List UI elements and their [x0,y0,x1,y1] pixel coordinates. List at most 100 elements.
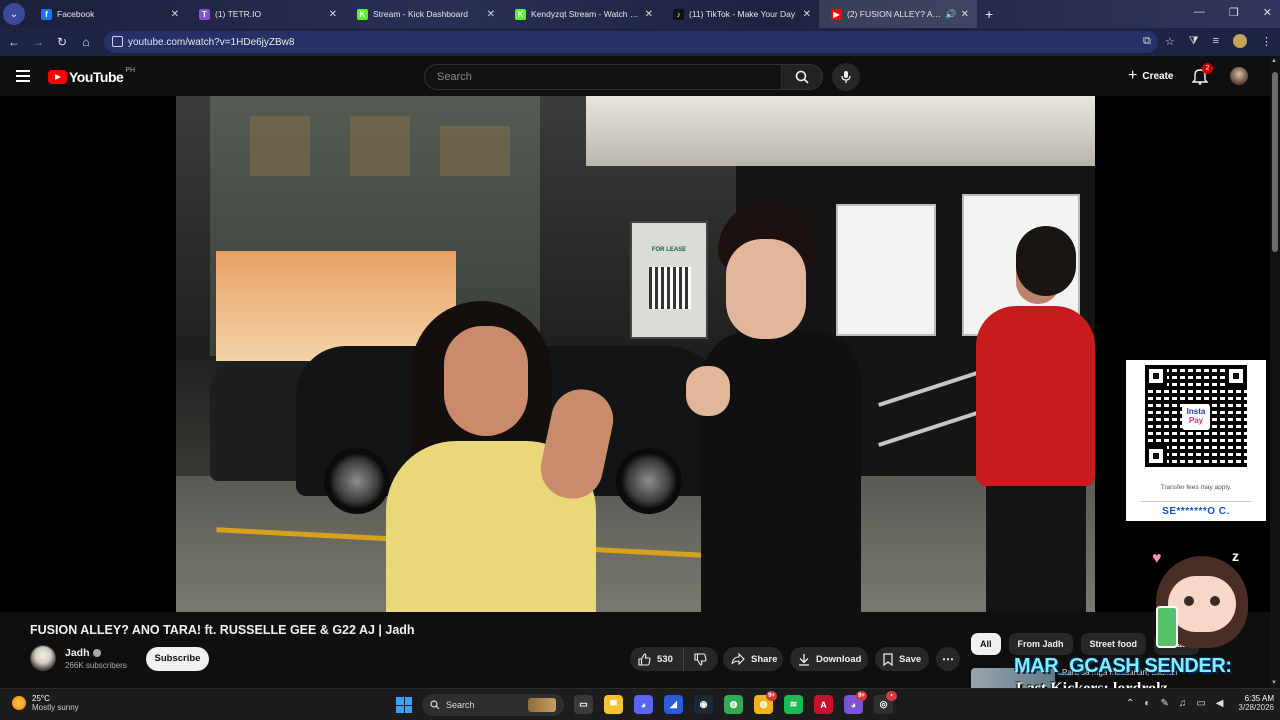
close-tab-icon[interactable]: ✕ [803,9,811,20]
sleep-z-icon: z [1232,548,1239,564]
adobe-acrobat-icon[interactable]: A [814,695,833,714]
taskbar-apps: ▭ ▀ ◕ ◢ ◉ ◍ ◍ 9+ ≋ A ◕ 9+ ◎ • [574,691,897,714]
download-icon [799,653,809,666]
search-button[interactable] [781,64,823,90]
chrome-icon[interactable]: ◍ [724,695,743,714]
browser-tab[interactable]: ▶ (2) FUSION ALLEY? ANO TA🔊 ✕ [819,0,977,28]
edge-dev-icon[interactable]: ◢ [664,695,683,714]
browser-tab[interactable]: K Stream - Kick Dashboard ✕ [345,0,503,28]
tab-audio-icon[interactable]: 🔊 [945,9,956,20]
guide-menu-icon[interactable] [16,70,30,82]
app-glyph: ◢ [670,699,677,709]
notifications-button[interactable]: 2 [1191,63,1213,85]
scroll-down-icon[interactable]: ▼ [1271,680,1277,686]
maximize-icon[interactable]: ❐ [1229,6,1239,19]
heart-icon: ♥ [1152,550,1162,567]
file-explorer-icon[interactable]: ▀ [604,695,623,714]
back-icon[interactable]: ← [2,35,26,49]
temperature: 25°C [32,694,50,703]
close-tab-icon[interactable]: ✕ [961,9,969,20]
bookmark-star-icon[interactable]: ☆ [1165,35,1175,48]
scrollbar-thumb[interactable] [1272,72,1278,252]
profile-avatar[interactable] [1233,34,1247,48]
page-scrollbar[interactable]: ▲ ▼ [1270,56,1280,688]
search-icon [430,700,440,710]
tray-overflow-icon[interactable]: ⌃ [1126,698,1134,709]
youtube-logo[interactable]: YouTube PH [48,67,135,85]
tab-title: (1) TETR.IO [215,9,262,19]
app-glyph: A [820,699,827,710]
tetrio-icon: T [199,8,210,20]
video-player[interactable]: FOR LEASE Insta Pay Transfer fees may ap… [0,96,1270,612]
filter-chip[interactable]: Street food [1080,633,1147,655]
create-button[interactable]: + Create [1118,64,1183,88]
video-frame[interactable]: FOR LEASE [176,96,1095,612]
close-tab-icon[interactable]: ✕ [645,9,653,20]
search-icon [795,70,809,84]
app-badge: 9+ [766,691,777,701]
subscribe-button[interactable]: Subscribe [146,647,209,671]
discord-ptb-icon[interactable]: ◕ 9+ [844,691,867,714]
app-glyph: ◍ [759,699,768,709]
task-view-icon[interactable]: ▭ [574,695,593,714]
dislike-button[interactable] [684,652,718,666]
more-actions-button[interactable]: ⋯ [936,647,960,671]
tiktok-icon: ♪ [673,8,684,20]
save-button[interactable]: Save [875,647,929,671]
tray-app-icon[interactable]: ◐ [1144,698,1150,709]
filter-chip[interactable]: All [971,633,1001,655]
app-glyph: ≋ [789,699,798,709]
discord-icon[interactable]: ◕ [634,695,653,714]
thumbs-down-icon [694,652,707,666]
search-input[interactable]: Search [424,64,782,90]
windows-start-icon[interactable] [396,697,412,713]
filter-chip[interactable]: From Jadh [1008,633,1073,655]
like-button[interactable]: 530 [630,647,684,671]
browser-tab[interactable]: K Kendyzqt Stream - Watch Live ✕ [503,0,661,28]
new-tab-button[interactable]: + [985,6,993,22]
taskbar-clock[interactable]: 6:35 AM 3/28/2026 [1226,694,1274,712]
chrome-profile-icon[interactable]: ◍ 9+ [754,691,777,714]
create-label: Create [1142,70,1174,82]
microphone-tray-icon[interactable]: ♫ [1179,698,1187,709]
tab-search-button[interactable]: ⌄ [3,3,25,25]
spotify-icon[interactable]: ≋ [784,695,803,714]
close-tab-icon[interactable]: ✕ [171,9,179,20]
divider [1140,501,1252,502]
close-window-icon[interactable]: ✕ [1263,6,1272,19]
browser-tab[interactable]: T (1) TETR.IO ✕ [187,0,345,28]
close-tab-icon[interactable]: ✕ [329,9,337,20]
browser-tab[interactable]: ♪ (11) TikTok - Make Your Day ✕ [661,0,819,28]
site-info-icon[interactable] [112,36,123,47]
channel-avatar[interactable] [30,645,56,671]
reading-list-icon[interactable]: ≡ [1213,35,1219,47]
volume-icon[interactable]: ◀ [1216,698,1224,709]
channel-name-link[interactable]: Jadh [65,647,101,659]
browser-toolbar: ← → ↻ ⌂ youtube.com/watch?v=1HDe6jyZBw8 … [0,28,1280,56]
steam-icon[interactable]: ◉ [694,695,713,714]
reload-icon[interactable]: ↻ [50,35,74,49]
tray-pen-icon[interactable]: ✎ [1160,698,1168,709]
app-glyph: ◉ [699,699,708,709]
browser-menu-icon[interactable]: ⋮ [1261,35,1272,48]
weather-widget[interactable]: 25°C Mostly sunny [12,694,79,712]
display-icon[interactable]: ▭ [1196,698,1205,709]
account-avatar[interactable] [1230,67,1248,85]
taskbar-search[interactable]: Search [422,694,564,716]
windows-taskbar: 25°C Mostly sunny Search ▭ ▀ ◕ ◢ ◉ ◍ ◍ 9+ ≋ A ◕ 9+ ◎… [0,688,1280,720]
forward-icon[interactable]: → [26,35,50,49]
address-bar[interactable]: youtube.com/watch?v=1HDe6jyZBw8 [104,31,1158,53]
toolbar-actions: ⧉ ☆ ⧩ ≡ ⋮ [1143,34,1272,48]
minimize-icon[interactable]: — [1194,6,1205,19]
download-button[interactable]: Download [790,647,868,671]
obs-icon[interactable]: ◎ • [874,691,897,714]
cast-icon[interactable]: ⧉ [1143,35,1151,48]
extensions-icon[interactable]: ⧩ [1189,35,1199,48]
voice-search-button[interactable] [832,63,860,91]
browser-tab[interactable]: f Facebook ✕ [29,0,187,28]
share-button[interactable]: Share [723,647,783,671]
scroll-up-icon[interactable]: ▲ [1271,58,1277,64]
instapay-qr-overlay: Insta Pay Transfer fees may apply. SE***… [1126,360,1266,521]
home-icon[interactable]: ⌂ [74,35,98,49]
close-tab-icon[interactable]: ✕ [487,9,495,20]
